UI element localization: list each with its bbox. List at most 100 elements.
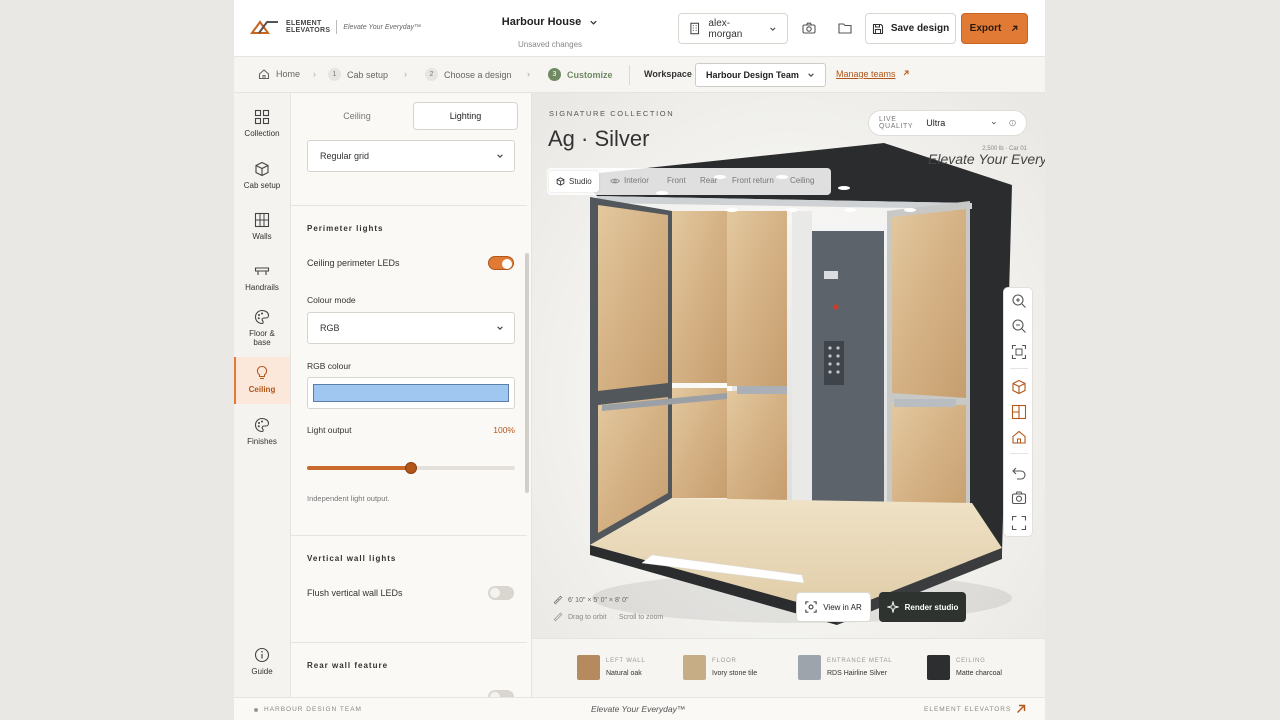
rear-wall-heading: Rear wall feature bbox=[307, 661, 389, 670]
section-divider bbox=[291, 642, 527, 643]
perimeter-lights-heading: Perimeter lights bbox=[307, 224, 384, 233]
project-switcher[interactable]: Harbour House Unsaved changes bbox=[490, 12, 610, 49]
material-left-wall[interactable]: LEFT WALL Natural oak bbox=[577, 655, 646, 680]
chevron-right-icon: › bbox=[527, 69, 530, 79]
floor-plan-icon[interactable] bbox=[1011, 404, 1027, 420]
user-menu-button[interactable]: alex-morgan bbox=[678, 13, 788, 44]
panel-tabs: Ceiling Lighting bbox=[291, 93, 531, 135]
view-tab-front[interactable]: Front bbox=[667, 176, 686, 185]
slider-handle[interactable] bbox=[405, 462, 417, 474]
undo-icon[interactable] bbox=[1011, 465, 1027, 481]
model-title: Ag · Silver bbox=[548, 126, 650, 151]
arrow-up-right-icon[interactable] bbox=[1015, 703, 1027, 715]
nav-item-finishes[interactable]: Finishes bbox=[234, 417, 290, 457]
camera-icon[interactable] bbox=[1011, 490, 1027, 506]
viewport-toolbar bbox=[1003, 287, 1033, 537]
render-studio-button[interactable]: Render studio bbox=[879, 592, 966, 622]
left-navigation: Collection Cab setup Walls Handrails Flo… bbox=[234, 93, 291, 697]
view-tab-rear[interactable]: Rear bbox=[700, 176, 717, 185]
settings-panel: Ceiling Lighting Regular grid Perimeter … bbox=[291, 93, 532, 697]
nav-item-ceiling[interactable]: Ceiling bbox=[234, 357, 290, 404]
light-output-value: 100% bbox=[493, 425, 515, 435]
toggle-knob bbox=[490, 588, 500, 598]
rear-wall-toggle[interactable] bbox=[488, 690, 514, 697]
save-status: Unsaved changes bbox=[517, 40, 583, 49]
ceiling-layout-select[interactable]: Regular grid bbox=[307, 140, 515, 172]
nav-item-collection[interactable]: Collection bbox=[234, 109, 290, 149]
chevron-right-icon: › bbox=[313, 69, 316, 79]
material-summary: LEFT WALL Natural oak FLOOR Ivory stone ti… bbox=[532, 638, 1045, 697]
rgb-colour-picker[interactable] bbox=[307, 377, 515, 409]
3d-viewport[interactable]: SIGNATURE COLLECTION Ag · Silver LIVE QU… bbox=[532, 93, 1045, 638]
nav-item-walls[interactable]: Walls bbox=[234, 212, 290, 252]
nav-item-guide[interactable]: Guide bbox=[234, 647, 290, 687]
footer: HARBOUR DESIGN TEAM Elevate Your Everyda… bbox=[234, 697, 1045, 720]
footer-team: HARBOUR DESIGN TEAM bbox=[254, 706, 362, 713]
zoom-out-icon[interactable] bbox=[1011, 318, 1027, 334]
chevron-down-icon bbox=[770, 26, 776, 31]
grid-icon bbox=[254, 109, 270, 125]
material-floor[interactable]: FLOOR Ivory stone tile bbox=[683, 655, 757, 680]
cube-icon bbox=[255, 161, 269, 177]
quality-value: Ultra bbox=[926, 118, 946, 128]
view-tab-front-return[interactable]: Front return bbox=[732, 176, 774, 185]
breadcrumb-home[interactable]: Home bbox=[258, 68, 300, 80]
view-tab-interior[interactable]: Interior bbox=[610, 176, 649, 185]
colour-mode-label: Colour mode bbox=[307, 295, 356, 305]
brand-logo[interactable]: ELEMENT ELEVATORS Elevate Your Everyday™ bbox=[250, 19, 421, 35]
collection-eyebrow: SIGNATURE COLLECTION bbox=[549, 109, 675, 118]
chevron-down-icon bbox=[497, 154, 503, 158]
tab-ceiling[interactable]: Ceiling bbox=[307, 102, 407, 130]
breadcrumb: Home › 1 Cab setup › 2 Choose a design ›… bbox=[234, 57, 1045, 93]
view-tab-studio[interactable]: Studio bbox=[549, 171, 599, 192]
section-divider bbox=[291, 535, 527, 536]
colour-mode-select[interactable]: RGB bbox=[307, 312, 515, 344]
breadcrumb-step-1[interactable]: 1 Cab setup bbox=[328, 68, 388, 81]
material-entrance-metal[interactable]: ENTRANCE METAL RDS Hairline Silver bbox=[798, 655, 892, 680]
snapshot-button[interactable] bbox=[799, 18, 819, 38]
export-button[interactable]: Export bbox=[961, 13, 1028, 44]
wall-panels-icon bbox=[254, 212, 270, 228]
nav-item-handrails[interactable]: Handrails bbox=[234, 263, 290, 303]
home-view-icon[interactable] bbox=[1011, 429, 1027, 445]
nav-item-floor-base[interactable]: Floor & base bbox=[234, 309, 290, 353]
ruler-icon bbox=[553, 595, 563, 605]
save-design-button[interactable]: Save design bbox=[865, 13, 956, 44]
open-folder-button[interactable] bbox=[835, 18, 855, 38]
fit-to-view-icon[interactable] bbox=[1011, 344, 1027, 360]
panel-scrollbar[interactable] bbox=[525, 253, 529, 493]
footer-tagline: Elevate Your Everyday™ bbox=[591, 704, 686, 714]
folder-icon bbox=[838, 23, 852, 34]
info-icon[interactable] bbox=[1009, 118, 1016, 128]
light-output-slider[interactable] bbox=[307, 462, 515, 474]
material-ceiling[interactable]: CEILING Matte charcoal bbox=[927, 655, 1002, 680]
chevron-right-icon: › bbox=[404, 69, 407, 79]
camera-icon bbox=[802, 22, 816, 34]
workspace-label: Workspace bbox=[644, 69, 692, 79]
app-window: ELEMENT ELEVATORS Elevate Your Everyday™… bbox=[234, 0, 1045, 720]
view-tab-ceiling[interactable]: Ceiling bbox=[790, 176, 814, 185]
chevron-down-icon bbox=[808, 73, 814, 77]
handrail-icon bbox=[254, 267, 270, 275]
breadcrumb-step-2[interactable]: 2 Choose a design bbox=[425, 68, 512, 81]
3d-view-icon[interactable] bbox=[1011, 379, 1027, 395]
workspace-select[interactable]: Harbour Design Team bbox=[695, 63, 826, 87]
vertical-leds-label: Flush vertical wall LEDs bbox=[307, 588, 403, 598]
tab-lighting[interactable]: Lighting bbox=[413, 102, 518, 130]
camera-view-tabs: Studio Interior Front Rear Front return … bbox=[547, 168, 831, 195]
zoom-in-icon[interactable] bbox=[1011, 293, 1027, 309]
vertical-leds-toggle[interactable] bbox=[488, 586, 514, 600]
light-output-label: Light output bbox=[307, 425, 352, 435]
building-icon bbox=[690, 22, 700, 35]
breadcrumb-step-3[interactable]: 3 Customize bbox=[548, 68, 613, 81]
perimeter-leds-label: Ceiling perimeter LEDs bbox=[307, 258, 400, 268]
external-link-icon bbox=[903, 70, 909, 76]
cab-dimensions: 6' 10" × 5' 0" × 8' 0" bbox=[553, 595, 629, 605]
slider-fill bbox=[307, 466, 411, 470]
perimeter-leds-toggle[interactable] bbox=[488, 256, 514, 270]
view-in-ar-button[interactable]: View in AR bbox=[796, 592, 871, 622]
manage-teams-link[interactable]: Manage teams bbox=[836, 69, 910, 79]
nav-item-cab-setup[interactable]: Cab setup bbox=[234, 161, 290, 201]
fullscreen-icon[interactable] bbox=[1011, 515, 1027, 531]
live-quality-select[interactable]: LIVE QUALITY Ultra bbox=[868, 110, 1027, 136]
